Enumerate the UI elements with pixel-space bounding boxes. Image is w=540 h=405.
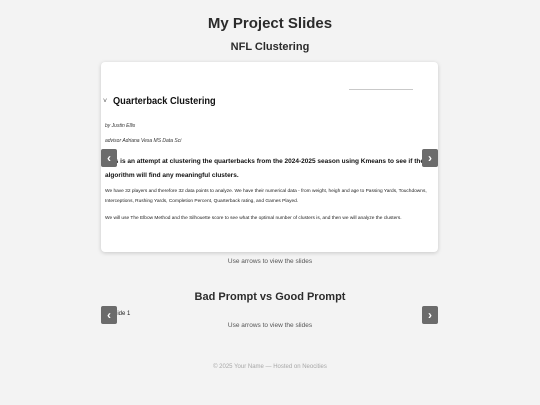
slide-heading-label: Quarterback Clustering	[113, 95, 216, 107]
page-title: My Project Slides	[207, 15, 333, 32]
slide-paragraph: We will use The Elbow Method and the Sil…	[105, 216, 402, 221]
slide-paragraph: We have 32 players and therefore 32 data…	[105, 189, 427, 204]
footer: © 2025 Your Name — Hosted on Neocities	[213, 364, 327, 370]
divider	[349, 89, 413, 90]
slide-intro: This is an attempt at clustering the qua…	[105, 158, 424, 179]
chevron-down-icon[interactable]: ˅	[103, 98, 113, 105]
section-title-nfl-clustering: NFL Clustering	[230, 41, 310, 53]
slides-hint: Use arrows to view the slides	[227, 258, 313, 265]
prev-slide-button[interactable]: ‹	[101, 149, 117, 167]
slide-advisor: advisor Adriana Vesa MS Data Sci	[105, 138, 182, 144]
slide-card: ˅ Quarterback Clustering by Justin Ellis…	[101, 62, 438, 252]
next-slide-button[interactable]: ›	[422, 149, 438, 167]
page: My Project Slides NFL Clustering ˅ Quart…	[0, 0, 540, 405]
section-title-prompts: Bad Prompt vs Good Prompt	[194, 291, 346, 303]
slide-author: by Justin Ellis	[105, 123, 136, 129]
slide-heading[interactable]: ˅ Quarterback Clustering	[103, 95, 230, 107]
slides-hint: Use arrows to view the slides	[227, 322, 313, 329]
